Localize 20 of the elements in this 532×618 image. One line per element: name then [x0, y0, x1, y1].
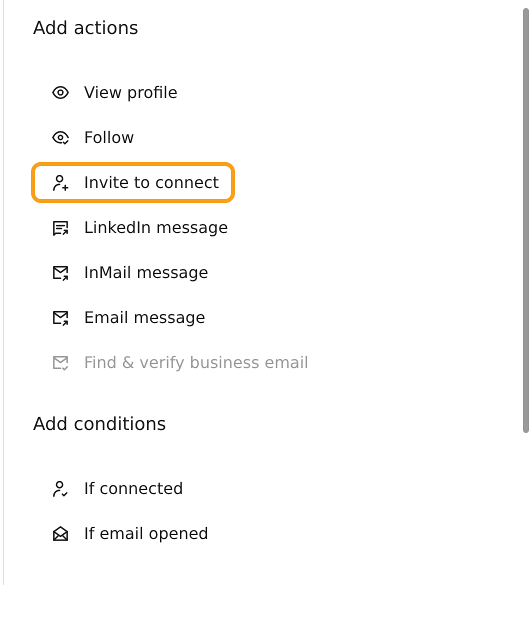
person-plus-icon: [51, 173, 70, 192]
menu-item[interactable]: If email opened: [31, 513, 225, 554]
mail-arrow-icon: [51, 308, 70, 327]
menu-item[interactable]: View profile: [31, 72, 194, 113]
message-arrow-icon: [51, 218, 70, 237]
section-heading: Add actions: [33, 17, 140, 41]
mail-open-icon: [51, 524, 70, 543]
menu-item[interactable]: Invite to connect: [31, 162, 235, 203]
eye-icon: [51, 83, 70, 102]
menu-item[interactable]: If connected: [31, 468, 200, 509]
menu-item[interactable]: InMail message: [31, 252, 224, 293]
scrollbar-thumb[interactable]: [523, 8, 529, 433]
menu-item[interactable]: Email message: [31, 297, 222, 338]
menu-item[interactable]: Follow: [31, 117, 150, 158]
mail-arrow-icon: [51, 263, 70, 282]
menu-item[interactable]: LinkedIn message: [31, 207, 244, 248]
person-check-icon: [51, 479, 70, 498]
section-heading: Add conditions: [33, 413, 168, 437]
eye-check-icon: [51, 128, 70, 147]
mail-check-icon: [51, 353, 70, 372]
